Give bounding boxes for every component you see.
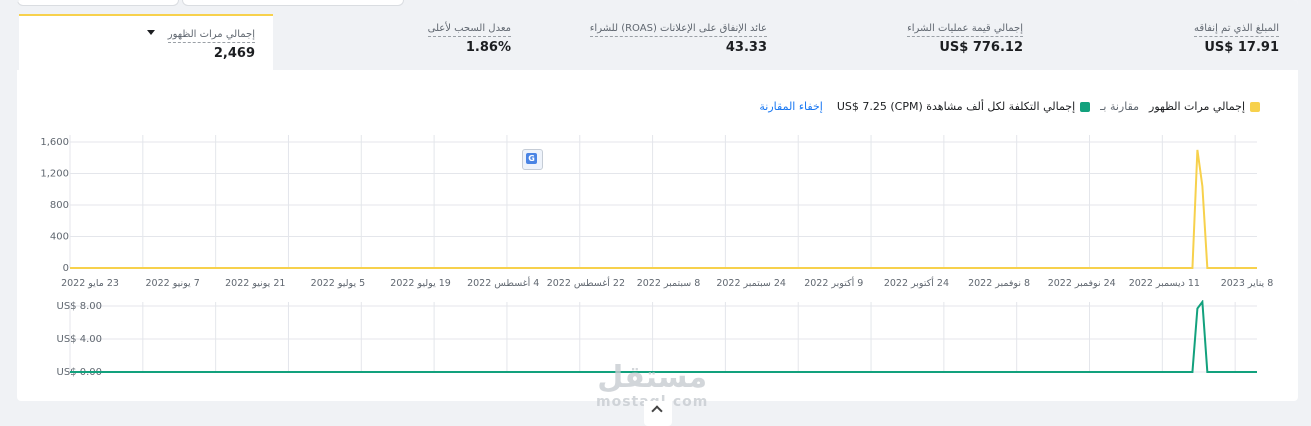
metric-label: إجمالي مرات الظهور — [167, 28, 255, 43]
watermark-text: مستقل — [597, 360, 708, 395]
metric-label: عائد الإنفاق على الإعلانات (ROAS) للشراء — [589, 22, 767, 37]
metric-value: US$ 17.91 — [1204, 40, 1279, 55]
legend-label-impressions: إجمالي مرات الظهور — [1149, 100, 1245, 113]
metrics-strip: المبلغ الذي تم إنفاقه US$ 17.91 إجمالي ق… — [17, 0, 1298, 72]
legend-swatch-impressions — [1250, 101, 1260, 112]
legend-label-cpm: إجمالي التكلفة لكل ألف مشاهدة (CPM) US$ … — [836, 100, 1076, 113]
metric-amount-spent[interactable]: المبلغ الذي تم إنفاقه US$ 17.91 — [1194, 16, 1279, 56]
x-tick-label: 24 نوفمبر 2022 — [1048, 278, 1116, 289]
y-tick-label: 1,600 — [40, 137, 69, 148]
chart-legend: إجمالي مرات الظهور مقارنة بـ إجمالي التك… — [759, 100, 1260, 113]
y-tick-label: 0 — [63, 263, 69, 274]
metric-purchase-value[interactable]: إجمالي قيمة عمليات الشراء US$ 776.12 — [907, 16, 1023, 56]
legend-swatch-cpm — [1080, 101, 1091, 112]
metric-label: إجمالي قيمة عمليات الشراء — [907, 22, 1023, 37]
x-tick-label: 21 يونيو 2022 — [225, 278, 285, 289]
insights-card: المبلغ الذي تم إنفاقه US$ 17.91 إجمالي ق… — [17, 0, 1298, 401]
series-line-impressions — [70, 149, 1257, 269]
x-tick-label: 24 سبتمبر 2022 — [716, 278, 786, 289]
tab-edge — [182, 0, 404, 6]
caret-down-icon[interactable] — [146, 30, 155, 35]
x-tick-label: 19 يوليو 2022 — [390, 278, 451, 289]
y-tick-label: US$ 4.00 — [57, 334, 102, 345]
collapse-toggle[interactable] — [644, 401, 672, 426]
hide-comparison-link[interactable]: إخفاء المقارنة — [759, 100, 822, 113]
y-tick-label: 1,200 — [40, 169, 69, 180]
impressions-chart: 0 400 800 1,200 1,600 23 مايو 2022 7 يونيو 202… — [40, 135, 1274, 289]
x-tick-label: 4 أغسطس 2022 — [467, 276, 539, 289]
x-tick-label: 11 ديسمبر 2022 — [1129, 278, 1200, 289]
metric-label: معدل السحب لأعلى — [427, 22, 511, 37]
y-tick-label: US$ 8.00 — [57, 301, 102, 312]
x-tick-label: 8 يناير 2023 — [1221, 278, 1274, 289]
x-tick-label: 8 سبتمبر 2022 — [637, 278, 701, 289]
x-tick-label: 24 أكتوبر 2022 — [884, 276, 949, 289]
x-tick-label: 8 نوفمبر 2022 — [968, 278, 1030, 289]
chevron-up-icon — [651, 405, 663, 417]
metric-value: US$ 776.12 — [939, 40, 1023, 55]
y-tick-label: 400 — [50, 232, 69, 243]
x-tick-label: 5 يوليو 2022 — [311, 278, 366, 289]
metric-swipe-rate[interactable]: معدل السحب لأعلى 1.86% — [427, 16, 511, 56]
tab-edge — [17, 0, 179, 6]
legend-compare-label: مقارنة بـ — [1100, 100, 1140, 113]
metric-impressions-selector[interactable]: إجمالي مرات الظهور 2,469 — [19, 14, 273, 72]
translate-icon[interactable]: G — [522, 149, 543, 170]
metric-value: 1.86% — [465, 40, 511, 55]
metric-value: 2,469 — [213, 46, 255, 61]
metric-label: المبلغ الذي تم إنفاقه — [1194, 22, 1279, 37]
x-tick-label: 9 أكتوبر 2022 — [804, 276, 863, 289]
y-tick-label: 800 — [50, 200, 69, 211]
x-tick-label: 7 يونيو 2022 — [146, 278, 200, 289]
metric-value: 43.33 — [725, 40, 767, 55]
x-tick-label: 23 مايو 2022 — [61, 278, 119, 289]
metric-roas[interactable]: عائد الإنفاق على الإعلانات (ROAS) للشراء… — [589, 16, 767, 56]
x-tick-label: 22 أغسطس 2022 — [547, 276, 625, 289]
